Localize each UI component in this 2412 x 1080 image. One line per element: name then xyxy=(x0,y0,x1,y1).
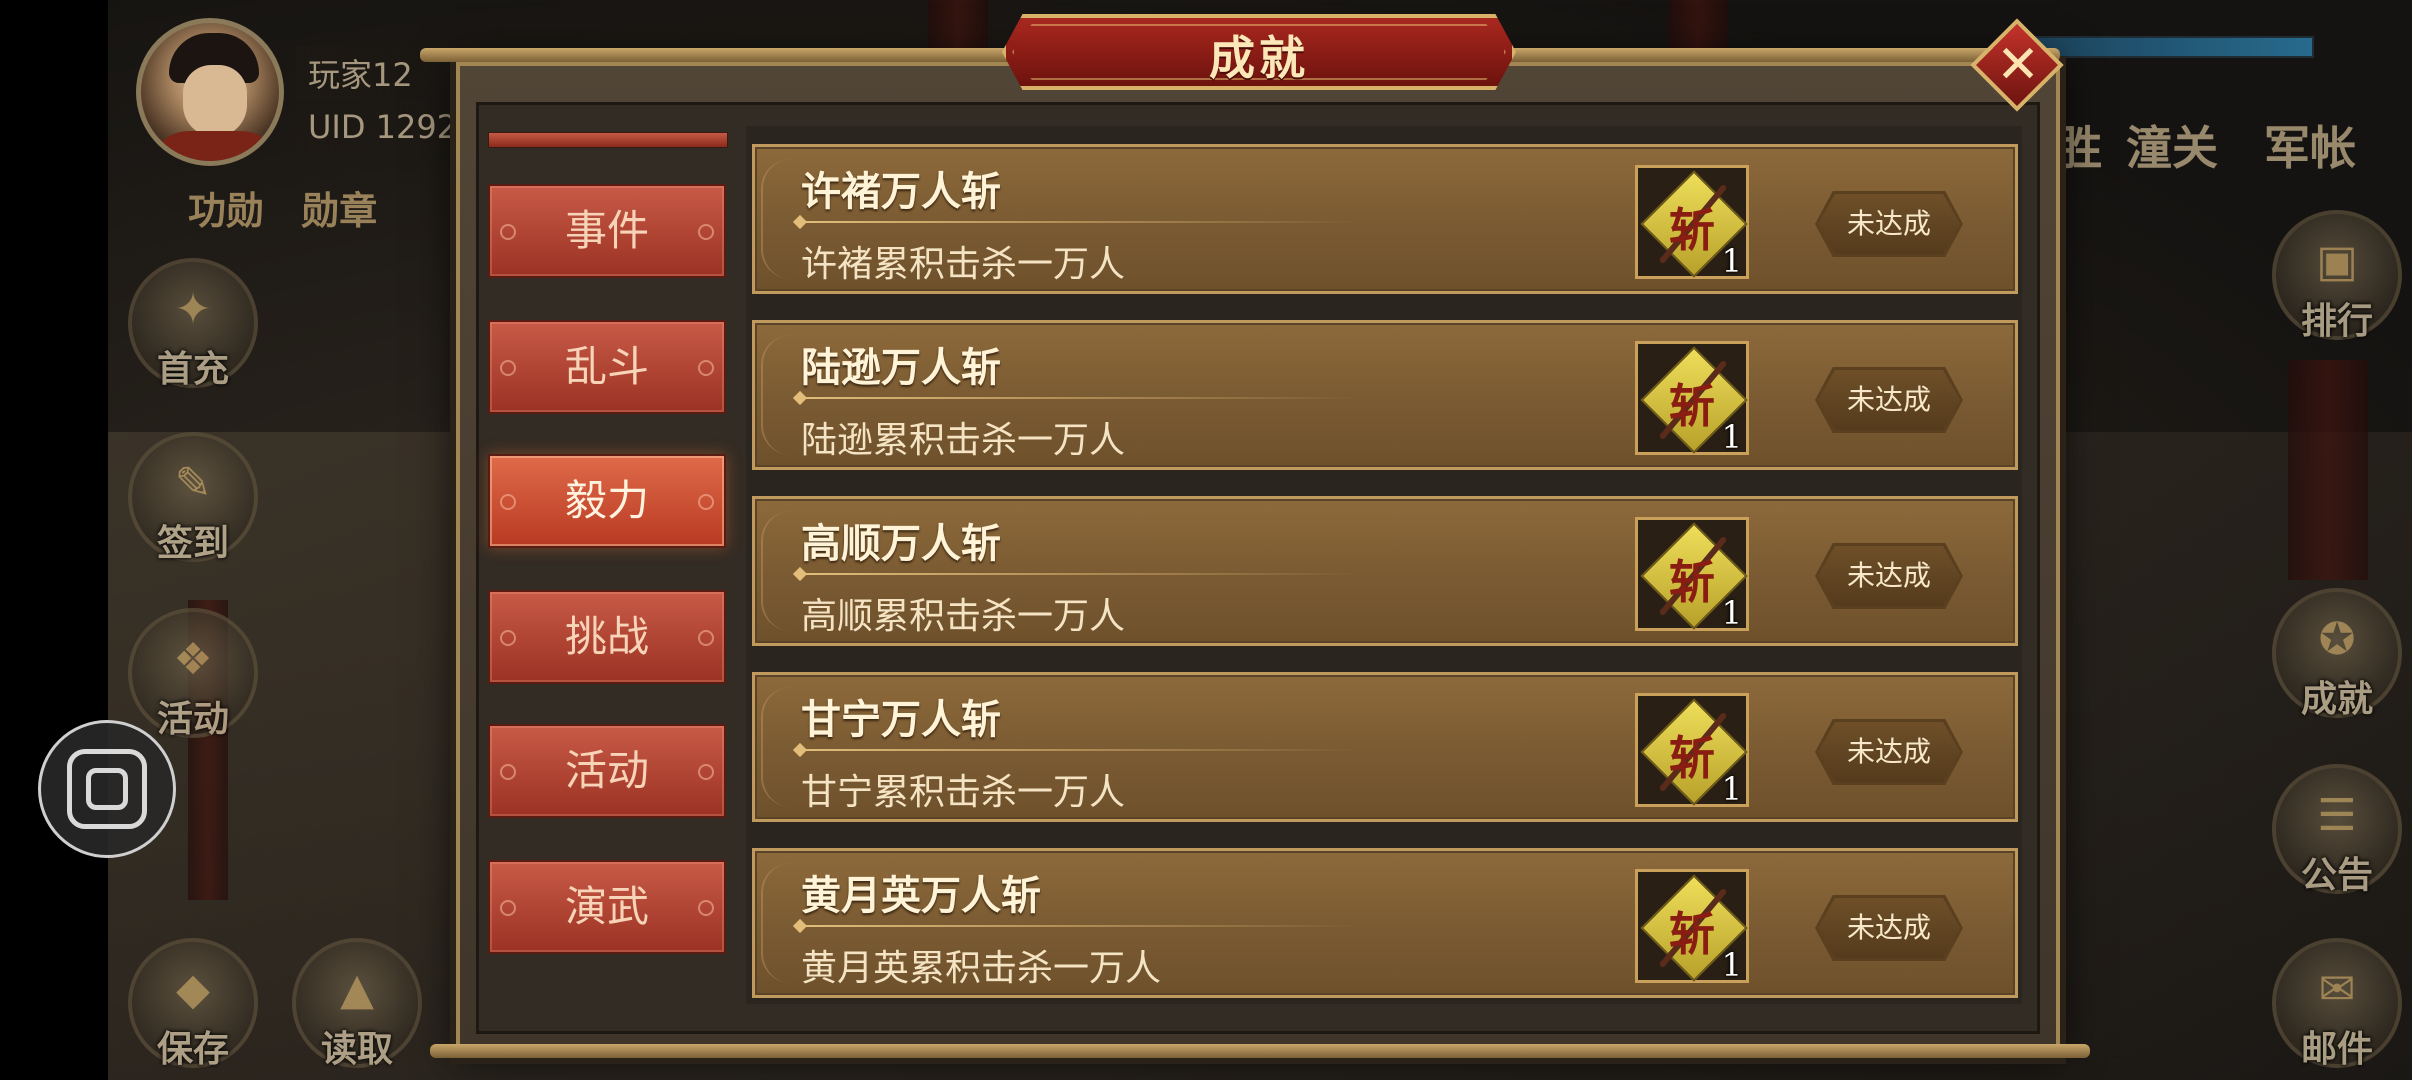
treasure-icon: ❖ xyxy=(173,634,213,685)
tab-ornament-icon xyxy=(698,494,714,510)
medal-label[interactable]: 勋章 xyxy=(301,189,377,233)
status-button[interactable]: 未达成 xyxy=(1815,191,1963,257)
modal-bottom-rail xyxy=(430,1044,2090,1058)
status-label: 未达成 xyxy=(1846,383,1931,416)
reward-item[interactable]: 斩 1 xyxy=(1635,869,1749,984)
row-divider xyxy=(799,573,1359,575)
cube-icon xyxy=(67,749,147,829)
reward-item[interactable]: 斩 1 xyxy=(1635,341,1749,456)
close-button[interactable]: ✕ xyxy=(1962,10,2074,122)
status-label: 未达成 xyxy=(1846,911,1931,944)
floating-assist-button[interactable] xyxy=(38,720,176,858)
achievement-icon: ✪ xyxy=(2318,614,2356,665)
reward-quantity: 1 xyxy=(1721,594,1742,632)
achievement-title: 高顺万人斩 xyxy=(801,521,1001,567)
achievement-description: 黄月英累积击杀一万人 xyxy=(801,948,1162,989)
ranking-button[interactable]: ▣ 排行 xyxy=(2272,210,2402,342)
achievement-description: 高顺累积击杀一万人 xyxy=(801,596,1126,637)
row-ornament xyxy=(761,863,797,983)
save-button[interactable]: ◆ 保存 xyxy=(128,938,258,1070)
achievement-title: 许褚万人斩 xyxy=(801,169,1001,215)
status-button[interactable]: 未达成 xyxy=(1815,719,1963,785)
reward-quantity: 1 xyxy=(1721,242,1742,280)
tab-tongguan[interactable]: 潼关 xyxy=(2126,121,2218,175)
load-button[interactable]: ▲ 读取 xyxy=(292,938,422,1070)
tab-perseverance[interactable]: 毅力 xyxy=(488,454,726,548)
reward-item[interactable]: 斩 1 xyxy=(1635,517,1749,632)
achievement-title: 黄月英万人斩 xyxy=(801,873,1041,919)
sign-in-button[interactable]: ✎ 签到 xyxy=(128,432,258,564)
tab-activity[interactable]: 活动 xyxy=(488,724,726,818)
achievement-button[interactable]: ✪ 成就 xyxy=(2272,588,2402,720)
save-icon: ◆ xyxy=(176,964,210,1015)
row-ornament xyxy=(761,335,797,455)
row-divider xyxy=(799,397,1359,399)
first-recharge-button[interactable]: ✦ 首充 xyxy=(128,258,258,390)
tab-list-top-ornament xyxy=(488,132,728,148)
announcement-button[interactable]: ☰ 公告 xyxy=(2272,764,2402,896)
uid-label: UID xyxy=(308,108,366,146)
achievement-description: 甘宁累积击杀一万人 xyxy=(801,772,1126,813)
merit-label[interactable]: 功勋 xyxy=(188,189,264,233)
tab-ornament-icon xyxy=(698,764,714,780)
achievement-description: 许褚累积击杀一万人 xyxy=(801,244,1126,285)
reward-quantity: 1 xyxy=(1721,418,1742,456)
gift-bag-icon: ✦ xyxy=(174,284,212,335)
player-avatar[interactable] xyxy=(136,18,284,166)
tab-ornament-icon xyxy=(698,900,714,916)
reward-quantity: 1 xyxy=(1721,770,1742,808)
status-label: 未达成 xyxy=(1846,559,1931,592)
player-name: 玩家12 xyxy=(296,46,425,100)
achievement-row: 高顺万人斩 高顺累积击杀一万人 斩 1 未达成 xyxy=(752,496,2018,646)
status-label: 未达成 xyxy=(1846,735,1931,768)
status-button[interactable]: 未达成 xyxy=(1815,367,1963,433)
tab-victory[interactable]: 胜 xyxy=(2056,121,2102,175)
achievement-row: 黄月英万人斩 黄月英累积击杀一万人 斩 1 未达成 xyxy=(752,848,2018,998)
row-divider xyxy=(799,925,1359,927)
row-divider xyxy=(799,221,1359,223)
modal-title: 成就 xyxy=(1209,31,1309,85)
row-ornament xyxy=(761,687,797,807)
reward-quantity: 1 xyxy=(1721,946,1742,984)
reward-item[interactable]: 斩 1 xyxy=(1635,165,1749,280)
achievement-row: 许褚万人斩 许褚累积击杀一万人 斩 1 未达成 xyxy=(752,144,2018,294)
load-icon: ▲ xyxy=(340,964,374,1015)
mail-icon: ✉ xyxy=(2318,964,2356,1015)
close-x-icon: ✕ xyxy=(1996,35,2040,95)
tab-ornament-icon xyxy=(698,630,714,646)
achievement-title: 陆逊万人斩 xyxy=(801,345,1001,391)
reward-item[interactable]: 斩 1 xyxy=(1635,693,1749,808)
ranking-plaque-icon: ▣ xyxy=(2316,236,2358,287)
row-ornament xyxy=(761,159,797,279)
status-label: 未达成 xyxy=(1846,207,1931,240)
achievement-row: 甘宁万人斩 甘宁累积击杀一万人 斩 1 未达成 xyxy=(752,672,2018,822)
tab-ornament-icon xyxy=(698,360,714,376)
player-uid: UID 1292 xyxy=(296,104,470,150)
tab-melee[interactable]: 乱斗 xyxy=(488,320,726,414)
achievement-row: 陆逊万人斩 陆逊累积击杀一万人 斩 1 未达成 xyxy=(752,320,2018,470)
tab-martial-drill[interactable]: 演武 xyxy=(488,860,726,954)
achievement-description: 陆逊累积击杀一万人 xyxy=(801,420,1126,461)
tab-camp[interactable]: 军帐 xyxy=(2264,121,2356,175)
status-button[interactable]: 未达成 xyxy=(1815,543,1963,609)
row-ornament xyxy=(761,511,797,631)
right-top-tabs: 胜潼关 军帐 xyxy=(2056,112,2380,178)
row-divider xyxy=(799,749,1359,751)
tab-events[interactable]: 事件 xyxy=(488,184,726,278)
achievement-title: 甘宁万人斩 xyxy=(801,697,1001,743)
scroll-brush-icon: ✎ xyxy=(174,458,212,509)
uid-value: 1292 xyxy=(375,108,458,146)
mail-button[interactable]: ✉ 邮件 xyxy=(2272,938,2402,1070)
tab-ornament-icon xyxy=(698,224,714,240)
tab-challenge[interactable]: 挑战 xyxy=(488,590,726,684)
merit-row: 功勋 勋章 xyxy=(188,180,401,235)
announcement-scroll-icon: ☰ xyxy=(2317,790,2357,841)
event-button[interactable]: ❖ 活动 xyxy=(128,608,258,740)
status-button[interactable]: 未达成 xyxy=(1815,895,1963,961)
